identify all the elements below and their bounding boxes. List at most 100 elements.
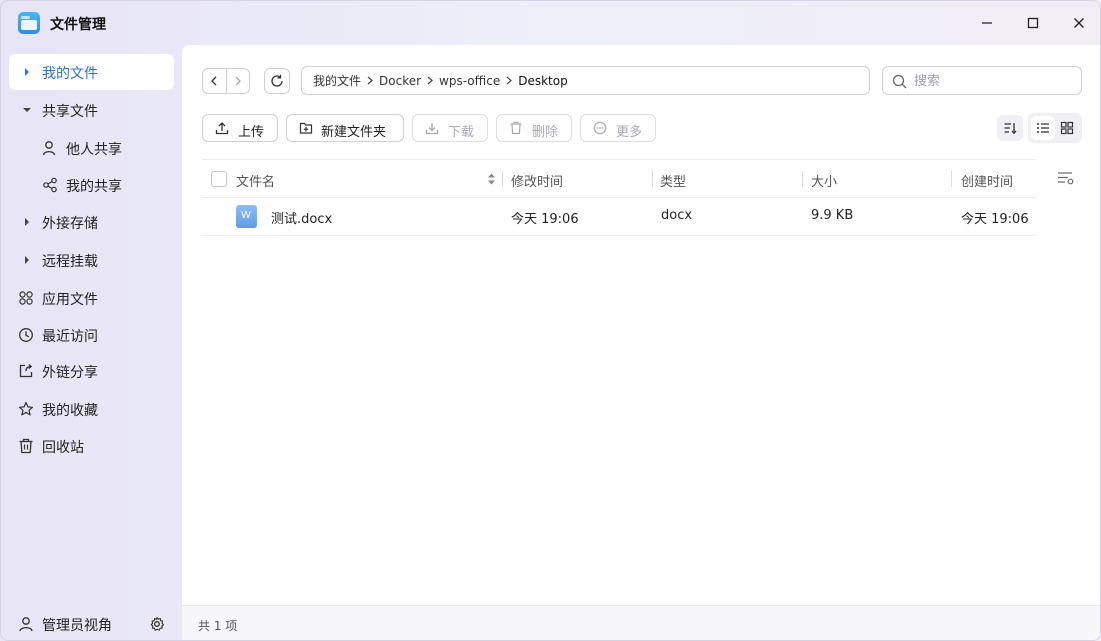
download-label: 下载: [448, 125, 475, 140]
refresh-button[interactable]: [264, 68, 290, 94]
sidebar-item-remote-mount[interactable]: 远程挂载: [9, 242, 174, 278]
sidebar-item-label: 我的共享: [66, 179, 122, 195]
apps-icon: [18, 290, 34, 306]
breadcrumb: 我的文件 Docker wps-office Desktop: [301, 66, 870, 95]
forward-button[interactable]: [225, 69, 249, 93]
file-size: 9.9 KB: [811, 208, 854, 223]
select-all-checkbox[interactable]: [211, 171, 227, 187]
sort-button[interactable]: [997, 115, 1023, 141]
sidebar-item-external-storage[interactable]: 外接存储: [9, 204, 174, 240]
caret-right-icon: [22, 66, 32, 78]
minimize-icon: [982, 22, 992, 24]
trash-icon: [509, 121, 523, 139]
minimize-button[interactable]: [972, 9, 1002, 37]
sidebar-item-link-share[interactable]: 外链分享: [9, 353, 174, 389]
column-divider[interactable]: [951, 171, 952, 187]
chevron-right-icon: [506, 76, 513, 85]
column-divider[interactable]: [802, 171, 803, 187]
table-header: 文件名 修改时间 类型 大小 创建时间: [202, 159, 1036, 198]
sidebar-item-my-files[interactable]: 我的文件: [9, 54, 174, 90]
word-document-icon: [236, 205, 257, 228]
sidebar-item-shared-files[interactable]: 共享文件: [9, 92, 174, 128]
download-button[interactable]: 下载: [412, 114, 488, 142]
file-type: docx: [661, 208, 693, 223]
external-share-icon: [18, 363, 34, 379]
clock-icon: [18, 327, 34, 343]
sidebar-item-recent[interactable]: 最近访问: [9, 317, 174, 353]
download-icon: [425, 121, 439, 139]
sidebar-item-app-files[interactable]: 应用文件: [9, 280, 174, 316]
upload-icon: [215, 121, 229, 139]
refresh-icon: [271, 74, 283, 87]
sidebar-item-label: 他人共享: [66, 142, 122, 158]
file-name[interactable]: 测试.docx: [271, 208, 332, 227]
new-folder-button[interactable]: 新建文件夹: [286, 114, 404, 142]
maximize-button[interactable]: [1018, 9, 1048, 37]
sidebar-item-label: 外接存储: [42, 216, 98, 232]
column-header-size[interactable]: 大小: [811, 171, 837, 190]
sidebar-item-label: 我的收藏: [42, 403, 98, 419]
new-folder-icon: [299, 121, 313, 139]
sidebar-item-recycle-bin[interactable]: 回收站: [9, 428, 174, 464]
sidebar-item-label: 我的文件: [42, 66, 98, 82]
column-header-modified[interactable]: 修改时间: [511, 171, 563, 190]
column-header-type[interactable]: 类型: [660, 171, 686, 190]
breadcrumb-current[interactable]: Desktop: [518, 74, 568, 88]
column-divider[interactable]: [502, 171, 503, 187]
delete-button[interactable]: 删除: [496, 114, 572, 142]
grid-view-button[interactable]: [1055, 116, 1079, 140]
more-icon: [593, 121, 607, 139]
breadcrumb-item[interactable]: 我的文件: [313, 72, 361, 89]
chevron-right-icon: [367, 76, 373, 85]
admin-user-icon: [18, 616, 34, 636]
breadcrumb-item[interactable]: wps-office: [439, 74, 500, 88]
star-icon: [18, 401, 34, 417]
search-input[interactable]: [914, 72, 1074, 90]
item-count: 共 1 项: [198, 619, 238, 633]
column-header-created[interactable]: 创建时间: [961, 171, 1013, 190]
title-bar: 文件管理: [1, 1, 1100, 45]
admin-view-label[interactable]: 管理员视角: [42, 615, 112, 635]
sidebar-item-shared-with-me[interactable]: 他人共享: [9, 130, 174, 166]
caret-right-icon: [22, 254, 32, 266]
main-panel: 我的文件 Docker wps-office Desktop 上传 新建文件夹 …: [182, 45, 1100, 605]
sidebar-item-label: 回收站: [42, 440, 84, 456]
chevron-right-icon: [427, 76, 433, 85]
trash-icon: [18, 438, 34, 454]
more-label: 更多: [616, 125, 643, 140]
back-button[interactable]: [203, 69, 226, 93]
sidebar-item-label: 远程挂载: [42, 254, 98, 270]
view-toggle: [1028, 113, 1082, 143]
sidebar-item-my-shares[interactable]: 我的共享: [9, 167, 174, 203]
file-manager-app-icon: [18, 12, 40, 34]
maximize-icon: [1027, 17, 1039, 29]
table-row[interactable]: 测试.docx 今天 19:06 docx 9.9 KB 今天 19:06: [202, 198, 1036, 236]
settings-gear-icon[interactable]: [149, 616, 165, 636]
column-header-name[interactable]: 文件名: [236, 171, 275, 190]
delete-label: 删除: [532, 125, 559, 140]
sidebar-item-label: 共享文件: [42, 104, 98, 120]
close-icon: [1074, 18, 1084, 28]
breadcrumb-item[interactable]: Docker: [379, 74, 421, 88]
chevron-right-icon: [235, 76, 241, 86]
search-box: [882, 66, 1082, 95]
more-button[interactable]: 更多: [580, 114, 656, 142]
column-divider[interactable]: [652, 171, 653, 187]
sidebar-item-label: 应用文件: [42, 292, 98, 308]
column-settings-icon[interactable]: [1057, 170, 1075, 190]
user-icon: [42, 140, 58, 156]
list-view-button[interactable]: [1031, 116, 1055, 140]
search-icon: [892, 74, 907, 93]
file-modified: 今天 19:06: [511, 212, 579, 227]
file-created: 今天 19:06: [961, 212, 1029, 227]
sort-icon: [1004, 123, 1017, 135]
history-nav: [202, 68, 250, 94]
chevron-left-icon: [211, 76, 217, 86]
sidebar-item-label: 外链分享: [42, 365, 98, 381]
caret-right-icon: [22, 216, 32, 228]
sidebar-footer: 管理员视角: [1, 609, 181, 640]
sidebar-item-favorites[interactable]: 我的收藏: [9, 391, 174, 427]
upload-button[interactable]: 上传: [202, 114, 278, 142]
close-button[interactable]: [1064, 9, 1094, 37]
sort-arrows-icon[interactable]: [487, 172, 496, 190]
